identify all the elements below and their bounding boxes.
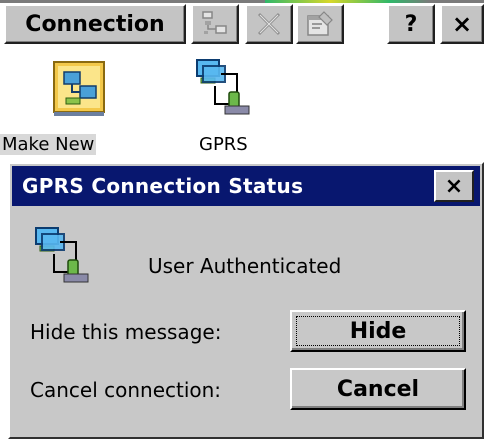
gprs-connection-icon — [196, 59, 250, 115]
window-close-button[interactable]: × — [440, 4, 484, 44]
network-view-button[interactable] — [191, 4, 239, 44]
network-view-icon — [202, 11, 227, 34]
connection-menu-button[interactable]: Connection — [4, 4, 186, 44]
gprs-status-dialog: GPRS Connection Status × User Authentica… — [8, 162, 484, 439]
dialog-close-button[interactable]: × — [434, 170, 474, 202]
top-color-stripe — [0, 0, 484, 3]
hide-message-label: Hide this message: — [30, 320, 222, 344]
make-new-connection-item[interactable] — [52, 60, 108, 124]
properties-button[interactable] — [296, 4, 344, 44]
gprs-label[interactable]: GPRS — [199, 134, 248, 155]
status-message: User Authenticated — [148, 254, 342, 278]
connection-status-icon — [32, 224, 92, 290]
dialog-titlebar: GPRS Connection Status × — [12, 166, 480, 206]
delete-button[interactable] — [245, 4, 293, 44]
properties-icon — [307, 11, 333, 36]
make-new-connection-icon — [53, 61, 105, 116]
help-button[interactable]: ? — [387, 4, 435, 44]
delete-icon — [257, 12, 281, 36]
cancel-connection-label: Cancel connection: — [30, 378, 222, 402]
make-new-label[interactable]: Make New — [0, 134, 97, 155]
cancel-button[interactable]: Cancel — [290, 368, 466, 410]
gprs-connection-item[interactable] — [193, 56, 253, 122]
toolbar: Connection ? × — [0, 0, 484, 48]
hide-button[interactable]: Hide — [290, 310, 466, 352]
gprs-connection-icon — [35, 227, 89, 283]
dialog-title: GPRS Connection Status — [22, 174, 304, 198]
